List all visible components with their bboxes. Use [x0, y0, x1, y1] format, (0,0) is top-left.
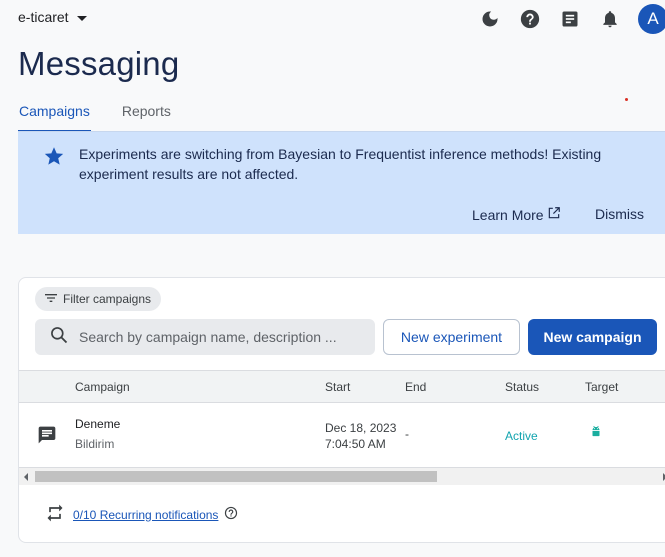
project-name: e-ticaret: [18, 9, 69, 25]
notifications-icon[interactable]: [599, 8, 621, 30]
learn-more-link[interactable]: Learn More: [472, 206, 561, 223]
campaigns-card: Filter campaigns New experiment New camp…: [18, 277, 665, 543]
status-badge: Active: [505, 429, 538, 443]
android-icon: [589, 425, 603, 442]
column-header-campaign[interactable]: Campaign: [75, 380, 130, 394]
search-box: [35, 319, 375, 355]
dark-mode-icon[interactable]: [479, 8, 501, 30]
feedback-icon[interactable]: [559, 8, 581, 30]
column-header-target[interactable]: Target: [585, 380, 618, 394]
caret-down-icon: [76, 15, 87, 21]
open-in-new-icon: [544, 206, 561, 223]
help-icon[interactable]: [519, 8, 541, 30]
banner-message: Experiments are switching from Bayesian …: [79, 146, 602, 182]
column-header-status[interactable]: Status: [505, 380, 539, 394]
column-header-end[interactable]: End: [405, 380, 426, 394]
search-input[interactable]: [79, 329, 349, 345]
search-icon: [49, 325, 69, 350]
help-outline-icon[interactable]: [224, 506, 238, 523]
repeat-icon: [45, 503, 65, 526]
new-campaign-button[interactable]: New campaign: [528, 319, 657, 355]
filter-campaigns-chip[interactable]: Filter campaigns: [35, 287, 162, 311]
filter-label: Filter campaigns: [63, 292, 152, 306]
start-date: Dec 18, 2023: [325, 421, 397, 435]
horizontal-scrollbar[interactable]: [19, 467, 665, 485]
end-value: -: [405, 427, 409, 441]
notification-dot: [625, 98, 628, 101]
tab-bar: Campaigns Reports: [18, 95, 171, 132]
campaign-name[interactable]: Deneme: [75, 417, 120, 431]
tab-reports[interactable]: Reports: [122, 95, 171, 132]
avatar-letter: A: [647, 9, 659, 28]
avatar[interactable]: A: [638, 4, 665, 34]
column-header-start[interactable]: Start: [325, 380, 350, 394]
table-header: Campaign Start End Status Target: [19, 370, 665, 403]
page-title: Messaging: [18, 45, 180, 82]
project-selector[interactable]: e-ticaret: [18, 9, 87, 25]
table-row[interactable]: Deneme Bildirim Dec 18, 2023 7:04:50 AM …: [19, 403, 665, 467]
scroll-left-icon[interactable]: [24, 473, 28, 481]
recurring-notifications-link[interactable]: 0/10 Recurring notifications: [73, 508, 218, 522]
learn-more-label: Learn More: [472, 206, 544, 223]
start-time: 7:04:50 AM: [325, 437, 386, 451]
star-icon: [43, 145, 65, 172]
tab-campaigns[interactable]: Campaigns: [18, 95, 91, 132]
filter-icon: [43, 290, 63, 309]
scrollbar-thumb[interactable]: [35, 471, 437, 482]
info-banner: Experiments are switching from Bayesian …: [18, 132, 665, 234]
dismiss-button[interactable]: Dismiss: [595, 206, 644, 222]
recurring-notifications: 0/10 Recurring notifications: [45, 503, 238, 526]
campaign-type: Bildirim: [75, 437, 115, 451]
top-bar: e-ticaret A: [0, 0, 665, 36]
new-experiment-button[interactable]: New experiment: [383, 319, 520, 355]
message-icon: [37, 425, 57, 448]
